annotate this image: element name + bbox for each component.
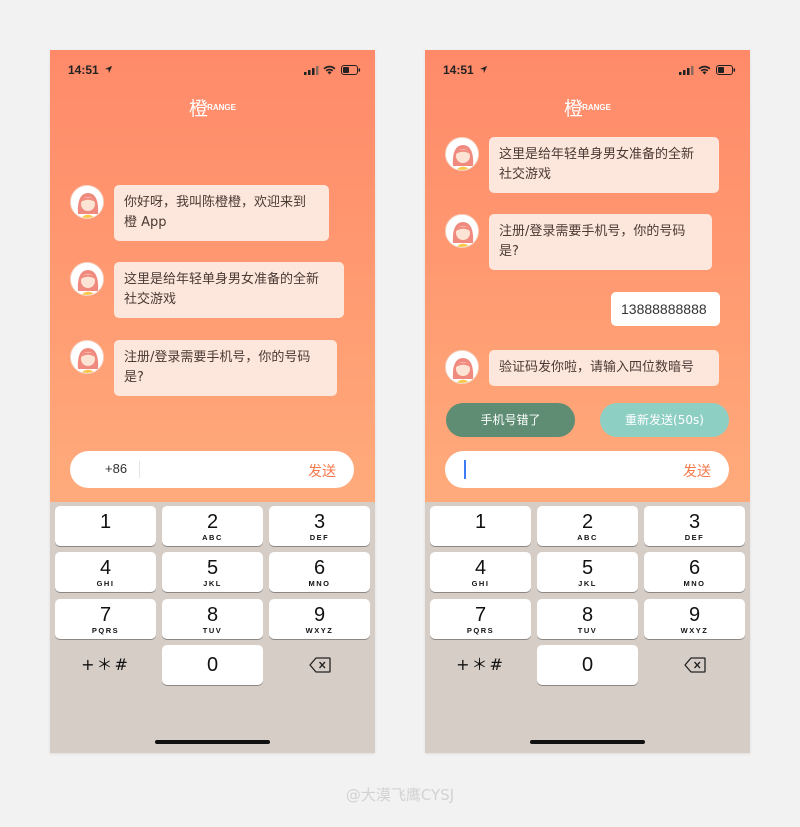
status-bar: 14:51 (425, 50, 750, 90)
message-line: 这里是给年轻单身男女准备的全新 (124, 272, 320, 287)
message-line: 橙 App (124, 215, 167, 230)
battery-icon (341, 65, 361, 75)
avatar (70, 262, 104, 296)
key-8[interactable]: 8 TUV (537, 599, 638, 639)
cellular-signal-icon (304, 66, 319, 75)
message-line: 是? (499, 244, 519, 259)
girl-avatar-icon (71, 341, 103, 373)
message-line: 这里是给年轻单身男女准备的全新 (499, 147, 695, 162)
app-logo: 橙RANGE (50, 94, 375, 122)
cellular-signal-icon (679, 66, 694, 75)
key-8[interactable]: 8 TUV (162, 599, 263, 639)
message-bubble: 这里是给年轻单身男女准备的全新 社交游戏 (114, 262, 344, 318)
chat-area: 14:51 橙RANGE 你好呀，我叫陈橙橙，欢迎来到 橙 App 这里是给年轻… (50, 50, 375, 502)
delete-key[interactable] (269, 645, 370, 685)
battery-icon (716, 65, 736, 75)
app-logo: 橙RANGE (425, 94, 750, 122)
send-button[interactable]: 发送 (683, 461, 711, 481)
message-line: 注册/登录需要手机号，你的号码 (124, 350, 311, 365)
home-indicator[interactable] (155, 740, 270, 744)
key-3[interactable]: 3 DEF (644, 506, 745, 546)
key-2[interactable]: 2 ABC (162, 506, 263, 546)
key-symbols[interactable]: +＊# (430, 645, 531, 685)
verification-code-input[interactable]: 发送 (445, 451, 729, 488)
key-symbols[interactable]: +＊# (55, 645, 156, 685)
girl-avatar-icon (71, 263, 103, 295)
wifi-icon (698, 65, 711, 75)
girl-avatar-icon (71, 186, 103, 218)
key-1[interactable]: 1 (55, 506, 156, 546)
phone-screen-left: 14:51 橙RANGE 你好呀，我叫陈橙橙，欢迎来到 橙 App 这里是给年轻… (50, 50, 375, 753)
logo-character: 橙 (189, 98, 209, 120)
girl-avatar-icon (446, 215, 478, 247)
message-bubble: 你好呀，我叫陈橙橙，欢迎来到 橙 App (114, 185, 329, 241)
logo-character: 橙 (564, 98, 584, 120)
phone-screen-right: 14:51 橙RANGE 这里是给年轻单身男女准备的全新 社交游戏 注册/登录需… (425, 50, 750, 753)
avatar (70, 185, 104, 219)
home-indicator[interactable] (530, 740, 645, 744)
backspace-icon (684, 657, 706, 673)
key-1[interactable]: 1 (430, 506, 531, 546)
wrong-number-button[interactable]: 手机号错了 (446, 403, 575, 437)
message-bubble: 注册/登录需要手机号，你的号码 是? (114, 340, 337, 396)
message-line: 你好呀，我叫陈橙橙，欢迎来到 (124, 195, 307, 210)
logo-wordmark: RANGE (582, 103, 611, 112)
chat-area: 14:51 橙RANGE 这里是给年轻单身男女准备的全新 社交游戏 注册/登录需… (425, 50, 750, 502)
watermark: @大漠飞鹰CYSJ (345, 786, 455, 804)
avatar (445, 214, 479, 248)
user-reply-bubble: 13888888888 (611, 292, 720, 326)
key-5[interactable]: 5 JKL (162, 552, 263, 592)
status-bar: 14:51 (50, 50, 375, 90)
key-7[interactable]: 7 PQRS (430, 599, 531, 639)
key-7[interactable]: 7 PQRS (55, 599, 156, 639)
status-time: 14:51 (443, 63, 474, 77)
message-line: 社交游戏 (124, 292, 177, 307)
divider (139, 461, 140, 478)
key-2[interactable]: 2 ABC (537, 506, 638, 546)
country-code[interactable]: +86 (105, 461, 127, 476)
message-bubble: 这里是给年轻单身男女准备的全新 社交游戏 (489, 137, 719, 193)
key-4[interactable]: 4 GHI (430, 552, 531, 592)
wifi-icon (323, 65, 336, 75)
avatar (70, 340, 104, 374)
delete-key[interactable] (644, 645, 745, 685)
user-reply-text: 13888888888 (621, 301, 707, 317)
message-bubble: 注册/登录需要手机号，你的号码 是? (489, 214, 712, 270)
message-line: 注册/登录需要手机号，你的号码 (499, 224, 686, 239)
key-6[interactable]: 6 MNO (644, 552, 745, 592)
message-line: 社交游戏 (499, 167, 552, 182)
status-time: 14:51 (68, 63, 99, 77)
key-0[interactable]: 0 (537, 645, 638, 685)
key-9[interactable]: 9 WXYZ (644, 599, 745, 639)
key-9[interactable]: 9 WXYZ (269, 599, 370, 639)
key-6[interactable]: 6 MNO (269, 552, 370, 592)
key-3[interactable]: 3 DEF (269, 506, 370, 546)
key-5[interactable]: 5 JKL (537, 552, 638, 592)
location-arrow-icon (104, 65, 113, 74)
text-caret (464, 460, 466, 479)
logo-wordmark: RANGE (207, 103, 236, 112)
message-line: 验证码发你啦，请输入四位数暗号 (499, 360, 695, 375)
backspace-icon (309, 657, 331, 673)
message-line: 是? (124, 370, 144, 385)
send-button[interactable]: 发送 (308, 461, 336, 481)
location-arrow-icon (479, 65, 488, 74)
girl-avatar-icon (446, 138, 478, 170)
numeric-keypad: 1 2 ABC 3 DEF 4 GHI 5 JKL 6 MNO 7 PQRS 8 TUV 9W… (425, 502, 750, 753)
avatar (445, 350, 479, 384)
phone-number-input[interactable]: +86 发送 (70, 451, 354, 488)
resend-code-button[interactable]: 重新发送(50s) (600, 403, 729, 437)
message-bubble: 验证码发你啦，请输入四位数暗号 (489, 350, 719, 386)
numeric-keypad: 1 2 ABC 3 DEF 4 GHI 5 JKL 6 MNO 7 PQRS 8 TUV 9W… (50, 502, 375, 753)
key-4[interactable]: 4 GHI (55, 552, 156, 592)
girl-avatar-icon (446, 351, 478, 383)
avatar (445, 137, 479, 171)
key-0[interactable]: 0 (162, 645, 263, 685)
